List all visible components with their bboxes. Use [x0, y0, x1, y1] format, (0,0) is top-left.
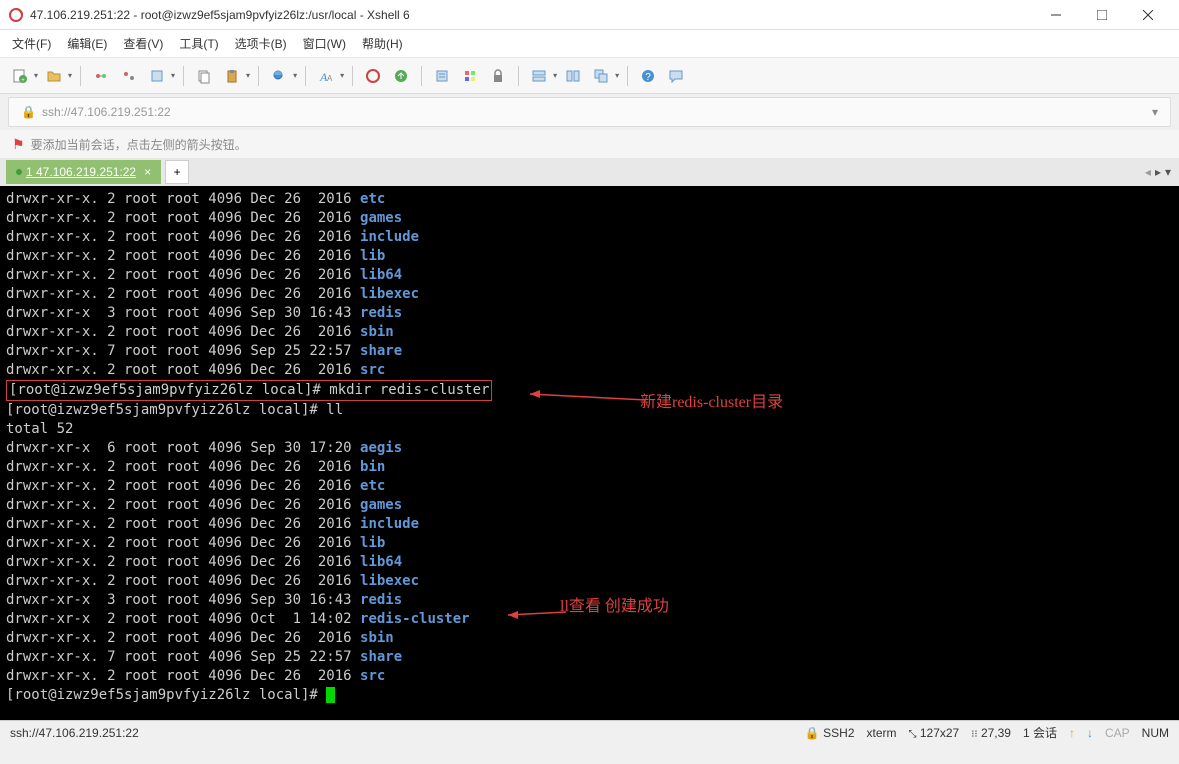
menu-tools[interactable]: 工具(T) — [179, 35, 218, 52]
tab-prev-icon[interactable]: ◂ — [1145, 165, 1151, 179]
terminal-line: drwxr-xr-x. 2 root root 4096 Dec 26 2016… — [6, 458, 1173, 477]
status-term: xterm — [867, 726, 897, 740]
tab-close-icon[interactable]: × — [144, 165, 151, 179]
status-down-icon[interactable]: ↓ — [1087, 726, 1093, 740]
close-button[interactable] — [1125, 0, 1171, 30]
status-up-icon[interactable]: ↑ — [1069, 726, 1075, 740]
menu-help[interactable]: 帮助(H) — [362, 35, 403, 52]
maximize-button[interactable] — [1079, 0, 1125, 30]
terminal-line: [root@izwz9ef5sjam9pvfyiz26lz local]# mk… — [6, 380, 1173, 401]
cursor — [326, 687, 335, 703]
address-dropdown-icon[interactable]: ▾ — [1152, 105, 1158, 119]
toolbar: +▾ ▾ ▾ ▾ ▾ AA▾ ▾ ▾ ? — [0, 58, 1179, 94]
connection-indicator-icon — [16, 169, 22, 175]
terminal-line: drwxr-xr-x 2 root root 4096 Oct 1 14:02 … — [6, 610, 1173, 629]
terminal-line: drwxr-xr-x. 7 root root 4096 Sep 25 22:5… — [6, 342, 1173, 361]
terminal-line: [root@izwz9ef5sjam9pvfyiz26lz local]# ll — [6, 401, 1173, 420]
terminal-line: drwxr-xr-x. 2 root root 4096 Dec 26 2016… — [6, 572, 1173, 591]
window-title: 47.106.219.251:22 - root@izwz9ef5sjam9pv… — [30, 8, 1033, 22]
open-button[interactable] — [42, 64, 66, 88]
status-sessions: 1 会话 — [1023, 724, 1057, 741]
find-button[interactable] — [267, 64, 291, 88]
terminal-line: drwxr-xr-x 6 root root 4096 Sep 30 17:20… — [6, 439, 1173, 458]
menu-file[interactable]: 文件(F) — [12, 35, 51, 52]
paste-button[interactable] — [220, 64, 244, 88]
status-bar: ssh://47.106.219.251:22 🔒 SSH2 xterm ⤡ 1… — [0, 720, 1179, 744]
script-button[interactable] — [430, 64, 454, 88]
svg-text:A: A — [327, 74, 333, 83]
terminal-line: total 52 — [6, 420, 1173, 439]
terminal-line: drwxr-xr-x. 2 root root 4096 Dec 26 2016… — [6, 515, 1173, 534]
disconnect-button[interactable] — [117, 64, 141, 88]
terminal-prompt: [root@izwz9ef5sjam9pvfyiz26lz local]# — [6, 686, 1173, 705]
status-size: 127x27 — [920, 726, 959, 740]
tile-horizontal-button[interactable] — [527, 64, 551, 88]
terminal-line: drwxr-xr-x. 2 root root 4096 Dec 26 2016… — [6, 534, 1173, 553]
status-cap: CAP — [1105, 726, 1130, 740]
feedback-button[interactable] — [664, 64, 688, 88]
terminal-line: drwxr-xr-x. 2 root root 4096 Dec 26 2016… — [6, 247, 1173, 266]
new-button[interactable]: + — [8, 64, 32, 88]
xftp-button[interactable] — [389, 64, 413, 88]
highlight-button[interactable] — [458, 64, 482, 88]
terminal-line: drwxr-xr-x. 2 root root 4096 Dec 26 2016… — [6, 629, 1173, 648]
session-tab[interactable]: 1 47.106.219.251:22 × — [6, 160, 161, 184]
tab-bar: 1 47.106.219.251:22 × + ◂ ▸ ▾ — [0, 158, 1179, 186]
status-address: ssh://47.106.219.251:22 — [10, 726, 805, 740]
cascade-button[interactable] — [589, 64, 613, 88]
status-lock-icon: 🔒 — [805, 726, 820, 740]
terminal-line: drwxr-xr-x 3 root root 4096 Sep 30 16:43… — [6, 591, 1173, 610]
svg-text:+: + — [21, 78, 25, 84]
help-button[interactable]: ? — [636, 64, 660, 88]
terminal-line: drwxr-xr-x. 2 root root 4096 Dec 26 2016… — [6, 209, 1173, 228]
tab-label: 1 47.106.219.251:22 — [26, 165, 136, 179]
properties-button[interactable] — [145, 64, 169, 88]
add-tab-button[interactable]: + — [165, 160, 189, 184]
terminal-line: drwxr-xr-x. 2 root root 4096 Dec 26 2016… — [6, 553, 1173, 572]
terminal[interactable]: 新建redis-cluster目录 ll查看 创建成功 drwxr-xr-x. … — [0, 186, 1179, 720]
menu-tabs[interactable]: 选项卡(B) — [235, 35, 287, 52]
hint-bar: ⚑ 要添加当前会话，点击左侧的箭头按钮。 — [0, 130, 1179, 158]
lock-icon: 🔒 — [21, 105, 36, 119]
terminal-line: drwxr-xr-x. 2 root root 4096 Dec 26 2016… — [6, 361, 1173, 380]
font-button[interactable]: AA — [314, 64, 338, 88]
tab-menu-icon[interactable]: ▾ — [1165, 165, 1171, 179]
app-icon — [8, 7, 24, 23]
terminal-line: drwxr-xr-x. 7 root root 4096 Sep 25 22:5… — [6, 648, 1173, 667]
terminal-line: drwxr-xr-x. 2 root root 4096 Dec 26 2016… — [6, 228, 1173, 247]
terminal-line: drwxr-xr-x. 2 root root 4096 Dec 26 2016… — [6, 323, 1173, 342]
svg-text:?: ? — [645, 72, 651, 83]
terminal-line: drwxr-xr-x. 2 root root 4096 Dec 26 2016… — [6, 285, 1173, 304]
tab-next-icon[interactable]: ▸ — [1155, 165, 1161, 179]
terminal-line: drwxr-xr-x. 2 root root 4096 Dec 26 2016… — [6, 667, 1173, 686]
tile-vertical-button[interactable] — [561, 64, 585, 88]
status-pos: 27,39 — [981, 726, 1011, 740]
reconnect-button[interactable] — [89, 64, 113, 88]
hint-text: 要添加当前会话，点击左侧的箭头按钮。 — [31, 136, 247, 153]
status-num: NUM — [1142, 726, 1169, 740]
menu-edit[interactable]: 编辑(E) — [67, 35, 107, 52]
xshell-icon[interactable] — [361, 64, 385, 88]
terminal-line: drwxr-xr-x. 2 root root 4096 Dec 26 2016… — [6, 266, 1173, 285]
status-ssh: SSH2 — [823, 726, 854, 740]
flag-icon: ⚑ — [12, 136, 25, 153]
terminal-line: drwxr-xr-x. 2 root root 4096 Dec 26 2016… — [6, 190, 1173, 209]
address-bar[interactable]: 🔒 ssh://47.106.219.251:22 ▾ — [8, 97, 1171, 127]
terminal-line: drwxr-xr-x. 2 root root 4096 Dec 26 2016… — [6, 477, 1173, 496]
address-text: ssh://47.106.219.251:22 — [42, 105, 1152, 119]
copy-button[interactable] — [192, 64, 216, 88]
lock-button[interactable] — [486, 64, 510, 88]
minimize-button[interactable] — [1033, 0, 1079, 30]
title-bar: 47.106.219.251:22 - root@izwz9ef5sjam9pv… — [0, 0, 1179, 30]
menu-window[interactable]: 窗口(W) — [303, 35, 346, 52]
menu-view[interactable]: 查看(V) — [123, 35, 163, 52]
menu-bar: 文件(F) 编辑(E) 查看(V) 工具(T) 选项卡(B) 窗口(W) 帮助(… — [0, 30, 1179, 58]
terminal-line: drwxr-xr-x. 2 root root 4096 Dec 26 2016… — [6, 496, 1173, 515]
terminal-line: drwxr-xr-x 3 root root 4096 Sep 30 16:43… — [6, 304, 1173, 323]
